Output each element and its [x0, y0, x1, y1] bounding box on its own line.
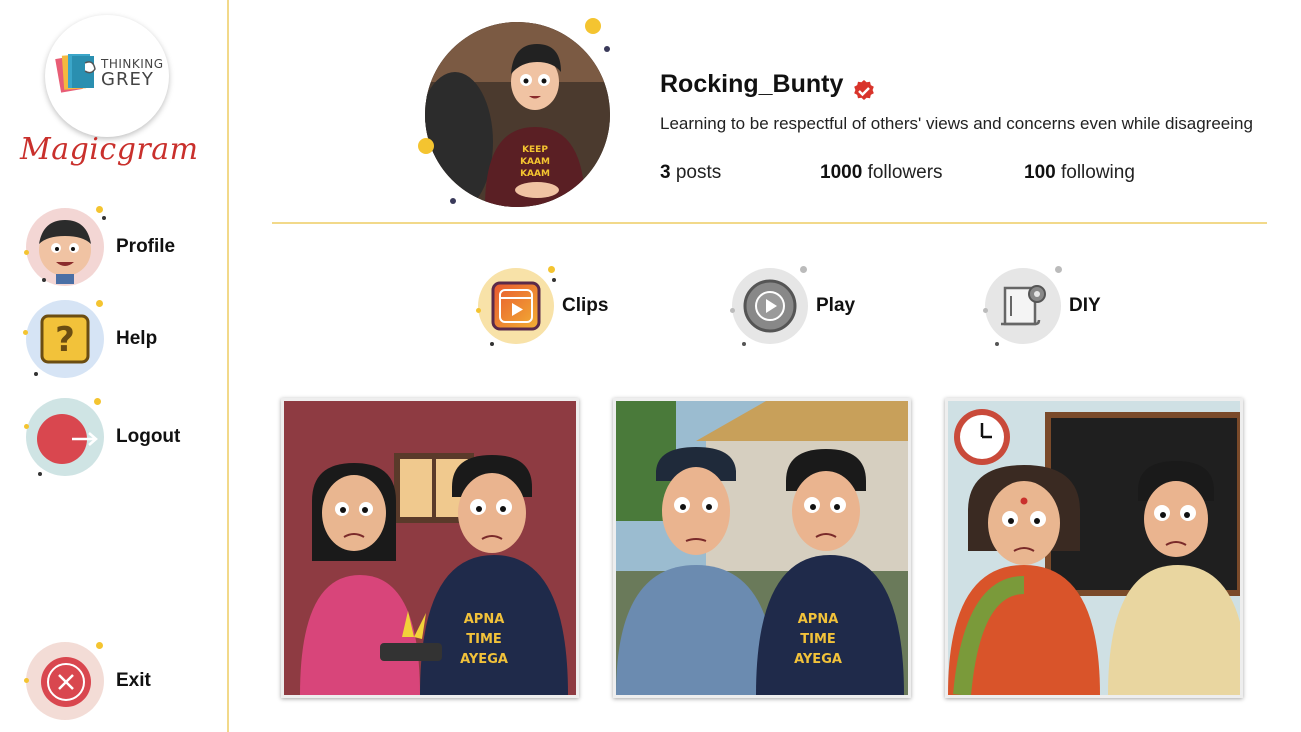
following-label: following: [1060, 162, 1135, 183]
stat-following[interactable]: 100 following: [1024, 162, 1135, 184]
tab-diy[interactable]: DIY: [983, 266, 1101, 346]
posts-count: 3: [660, 162, 671, 183]
logo-text: THINKING GREY: [101, 57, 164, 89]
decor-dot: [604, 46, 610, 52]
avatar-icon: [24, 206, 106, 286]
shirt-line-2: TIME: [466, 632, 502, 647]
profile-avatar: KEEP KAAM KAAM: [425, 22, 610, 207]
stat-posts[interactable]: 3 posts: [660, 162, 721, 184]
decor-dot: [450, 198, 456, 204]
scroll-gear-icon: [983, 266, 1062, 346]
shirt-line-3: AYEGA: [460, 652, 508, 667]
followers-count: 1000: [820, 162, 863, 183]
posts-label: posts: [675, 162, 722, 183]
shirt-line-2: TIME: [800, 632, 836, 647]
sidebar-item-help[interactable]: ? Help: [23, 300, 158, 378]
svg-text:?: ?: [55, 320, 75, 360]
shirt-line-1: APNA: [798, 612, 839, 627]
following-count: 100: [1024, 162, 1056, 183]
profile-bio: Learning to be respectful of others' vie…: [660, 114, 1253, 133]
logo-badge: THINKING GREY: [45, 15, 169, 137]
close-icon: [24, 642, 104, 720]
sidebar-item-label: Help: [116, 328, 158, 349]
shirt-line-1: APNA: [464, 612, 505, 627]
shirt-line-3: KAAM: [520, 169, 550, 179]
post-thumbnail[interactable]: APNA TIME AYEGA: [281, 398, 579, 698]
sidebar-item-profile[interactable]: Profile: [24, 206, 176, 286]
logo-line-2: GREY: [101, 69, 154, 90]
decor-dot: [585, 18, 601, 34]
shirt-line-3: AYEGA: [794, 652, 842, 667]
post-thumbnail[interactable]: APNA TIME AYEGA: [613, 398, 911, 698]
stat-followers[interactable]: 1000 followers: [820, 162, 943, 184]
brand-title: Magicgram: [20, 132, 199, 167]
clips-icon: [476, 266, 556, 346]
logout-icon: [24, 398, 104, 476]
followers-label: followers: [867, 162, 943, 183]
tab-label: Play: [816, 295, 856, 316]
sidebar-item-label: Logout: [116, 426, 181, 447]
sidebar-item-logout[interactable]: Logout: [24, 398, 181, 476]
play-icon: [730, 266, 808, 346]
decor-dot: [418, 138, 434, 154]
verified-icon: [854, 80, 874, 100]
tab-clips[interactable]: Clips: [476, 266, 609, 346]
sidebar: THINKING GREY Magicgram Profile ? Help L…: [0, 0, 229, 732]
header-divider: [272, 222, 1267, 224]
tab-play[interactable]: Play: [730, 266, 856, 346]
shirt-line-1: KEEP: [522, 145, 548, 155]
shirt-line-2: KAAM: [520, 157, 550, 167]
exit-button[interactable]: Exit: [24, 642, 151, 720]
sidebar-item-label: Profile: [116, 236, 176, 257]
question-icon: ?: [23, 300, 104, 378]
tab-label: Clips: [562, 295, 609, 316]
tab-label: DIY: [1069, 295, 1101, 316]
exit-label: Exit: [116, 670, 151, 691]
post-thumbnail[interactable]: [945, 398, 1243, 698]
profile-username: Rocking_Bunty: [660, 70, 844, 98]
